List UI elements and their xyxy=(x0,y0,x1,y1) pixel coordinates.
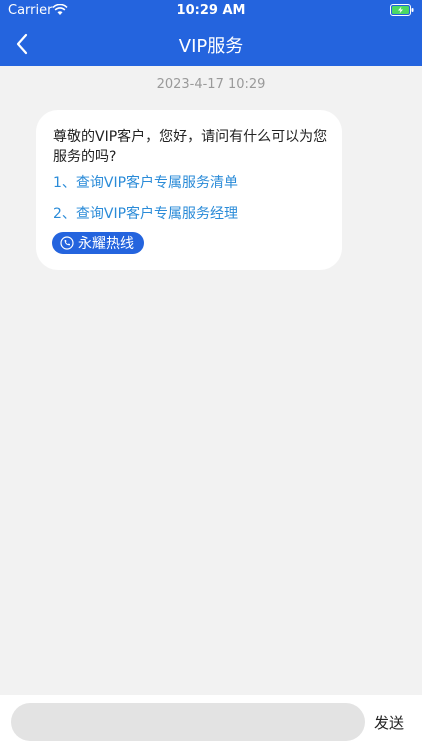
message-input[interactable] xyxy=(11,703,365,741)
send-button[interactable]: 发送 xyxy=(374,712,404,733)
header: Carrier 10:29 AM VIP服务 xyxy=(0,0,422,66)
hotline-label: 永耀热线 xyxy=(78,236,134,252)
battery-charging-icon xyxy=(390,4,414,16)
page-title: VIP服务 xyxy=(178,36,244,57)
vip-service-manager-link[interactable]: 2、查询VIP客户专属服务经理 xyxy=(53,203,238,223)
hotline-button[interactable]: 永耀热线 xyxy=(52,232,144,254)
input-bar: 发送 xyxy=(0,695,422,750)
greeting-text: 尊敬的VIP客户，您好，请问有什么可以为您服务的吗? xyxy=(53,129,328,165)
phone-icon xyxy=(60,236,74,250)
status-bar: Carrier 10:29 AM xyxy=(0,0,422,22)
nav-bar: VIP服务 xyxy=(0,22,422,66)
status-time: 10:29 AM xyxy=(176,3,246,18)
message-timestamp: 2023-4-17 10:29 xyxy=(156,77,266,92)
message-bubble: 尊敬的VIP客户，您好，请问有什么可以为您服务的吗? 1、查询VIP客户专属服务… xyxy=(36,110,342,270)
vip-service-list-link[interactable]: 1、查询VIP客户专属服务清单 xyxy=(53,172,238,192)
